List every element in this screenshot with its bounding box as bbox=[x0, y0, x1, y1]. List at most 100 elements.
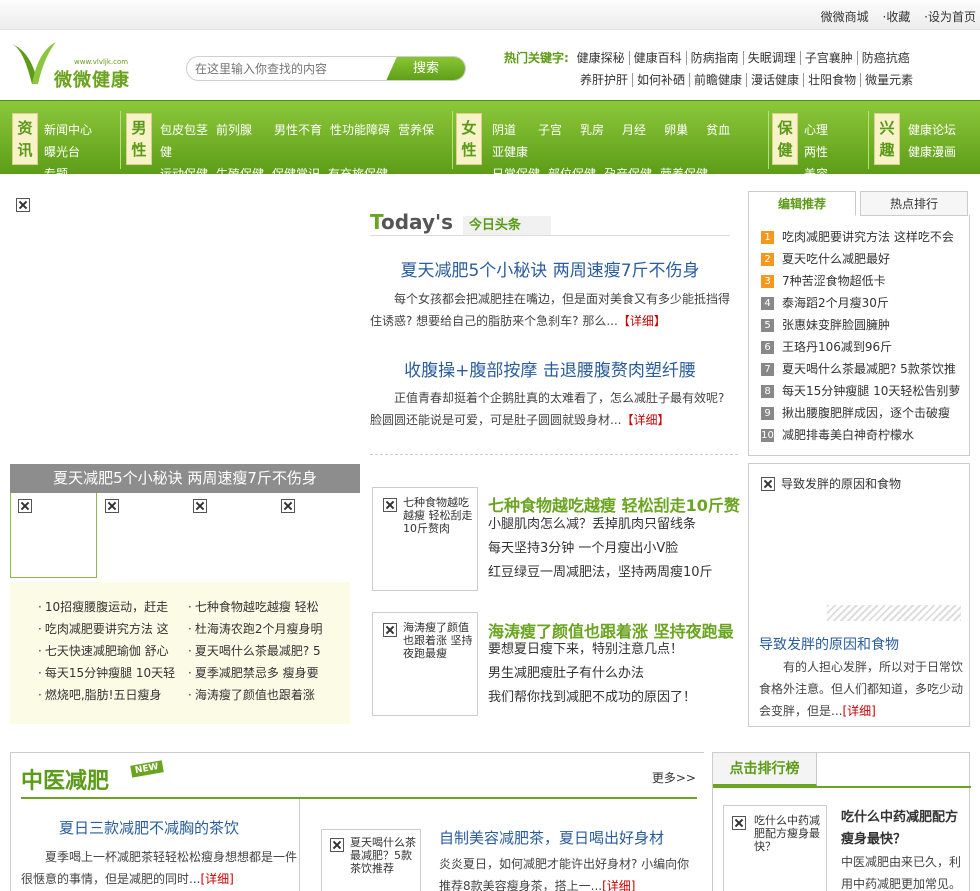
nav-item[interactable]: 孕产保健 bbox=[604, 163, 652, 174]
slideshow-image[interactable] bbox=[16, 198, 30, 215]
hot-keyword[interactable]: 微量元素 bbox=[861, 73, 917, 87]
ranking-item[interactable]: 9 揪出腰腹肥胖成因，逐个击破瘦 bbox=[761, 402, 961, 424]
article-title[interactable]: 夏日三款减肥不减胸的茶饮 bbox=[59, 817, 239, 838]
nav-item[interactable]: 专题 bbox=[44, 163, 68, 174]
nav-item[interactable]: 日常保健 bbox=[492, 163, 540, 174]
ranking-item[interactable]: 1 吃肉减肥要讲究方法 这样吃不会 bbox=[761, 226, 961, 248]
set-homepage-link[interactable]: ·设为首页 bbox=[924, 10, 976, 24]
feature-link[interactable]: 红豆绿豆一周减肥法，坚持两周瘦10斤 bbox=[488, 561, 713, 585]
article-title[interactable]: 吃什么中药减肥配方瘦身最快？ bbox=[841, 807, 965, 851]
slideshow-thumb[interactable] bbox=[274, 493, 361, 578]
feature-link[interactable]: 每天坚持3分钟 一个月瘦出小V脸 bbox=[488, 537, 713, 561]
nav-item[interactable]: 前列腺 bbox=[216, 119, 252, 141]
nav-item[interactable]: 乳房 bbox=[580, 119, 604, 141]
hot-keyword[interactable]: 防病指南 bbox=[686, 51, 744, 65]
hot-keyword[interactable]: 防癌抗癌 bbox=[858, 51, 914, 65]
site-logo[interactable]: www.vlvljk.com 微微健康 bbox=[10, 38, 150, 91]
more-link[interactable]: 更多>> bbox=[652, 769, 696, 786]
nav-item[interactable]: 心理 bbox=[804, 119, 828, 141]
list-item[interactable]: 杜海涛农跑2个月瘦身明 bbox=[188, 618, 338, 640]
list-item[interactable]: 10招瘦腰腹运动，赶走 bbox=[38, 596, 188, 618]
nav-item[interactable]: 有充旅保健 bbox=[328, 163, 388, 174]
slideshow-thumb[interactable] bbox=[98, 493, 185, 578]
nav-item[interactable]: 贫血 bbox=[706, 119, 730, 141]
nav-item[interactable]: 美容 bbox=[804, 163, 828, 174]
detail-link[interactable]: [详细] bbox=[842, 704, 875, 718]
feature-link[interactable]: 男生减肥瘦肚子有什么办法 bbox=[488, 662, 696, 686]
article-title[interactable]: 自制美容减肥茶，夏日喝出好身材 bbox=[439, 827, 664, 848]
detail-link[interactable]: [详细] bbox=[200, 872, 233, 886]
detail-link[interactable]: 【详细】 bbox=[621, 413, 669, 427]
hot-keyword[interactable]: 养肝护肝 bbox=[576, 73, 634, 87]
nav-item[interactable]: 新闻中心 bbox=[44, 119, 92, 141]
list-item[interactable]: 夏季减肥禁忌多 瘦身要 bbox=[188, 662, 338, 684]
feature-image[interactable]: 海涛瘦了颜值也跟着涨 坚持夜跑最瘦 bbox=[372, 612, 478, 716]
hot-keyword[interactable]: 壮阳食物 bbox=[804, 73, 862, 87]
tab-editor-picks[interactable]: 编辑推荐 bbox=[748, 191, 856, 216]
nav-tag-female[interactable]: 女性 bbox=[456, 113, 482, 165]
nav-item[interactable]: 包皮包茎 bbox=[160, 119, 208, 141]
nav-item[interactable]: 生殖保健 bbox=[216, 163, 264, 174]
headline-title[interactable]: 收腹操+腹部按摩 击退腰腹赘肉塑纤腰 bbox=[370, 356, 730, 381]
nav-item[interactable]: 健康漫画 bbox=[908, 141, 956, 163]
list-item[interactable]: 海涛瘦了颜值也跟着涨 bbox=[188, 684, 338, 706]
detail-link[interactable]: [详细] bbox=[602, 879, 635, 891]
article-image[interactable]: 吃什么中药减肥配方瘦身最快？ bbox=[723, 805, 827, 891]
hot-keyword[interactable]: 如何补硒 bbox=[633, 73, 691, 87]
list-item[interactable]: 七天快速减肥瑜伽 舒心 bbox=[38, 640, 188, 662]
ranking-item[interactable]: 8 每天15分钟瘦腿 10天轻松告别萝 bbox=[761, 380, 961, 402]
ranking-item[interactable]: 2 夏天吃什么减肥最好 bbox=[761, 248, 961, 270]
nav-tag-care[interactable]: 保健 bbox=[772, 113, 798, 165]
nav-item[interactable]: 两性 bbox=[804, 141, 828, 163]
article-image[interactable]: 夏天喝什么茶最减肥？5款茶饮推荐 bbox=[321, 829, 421, 891]
list-item[interactable]: 夏天喝什么茶最减肥? 5 bbox=[188, 640, 338, 662]
nav-item[interactable]: 运动保健 bbox=[160, 163, 208, 174]
slideshow-thumb[interactable] bbox=[186, 493, 273, 578]
slideshow-title[interactable]: 夏天减肥5个小秘诀 两周速瘦7斤不伤身 bbox=[10, 464, 360, 493]
hot-keyword[interactable]: 前瞻健康 bbox=[690, 73, 748, 87]
ranking-item[interactable]: 10 减肥排毒美白神奇柠檬水 bbox=[761, 424, 961, 446]
nav-item[interactable]: 健康论坛 bbox=[908, 119, 956, 141]
hot-keyword[interactable]: 漫话健康 bbox=[747, 73, 805, 87]
nav-tag-interest[interactable]: 兴趣 bbox=[874, 113, 900, 165]
ranking-item[interactable]: 7 夏天喝什么茶最减肥? 5款茶饮推 bbox=[761, 358, 961, 380]
list-item[interactable]: 燃烧吧,脂肪!五日瘦身 bbox=[38, 684, 188, 706]
hot-keyword[interactable]: 失眠调理 bbox=[743, 51, 801, 65]
nav-item[interactable]: 子宫 bbox=[538, 119, 562, 141]
favorite-link[interactable]: ·收藏 bbox=[883, 10, 911, 24]
nav-item[interactable]: 健 bbox=[160, 141, 172, 163]
nav-tag-news[interactable]: 资讯 bbox=[12, 113, 38, 165]
list-item[interactable]: 吃肉减肥要讲究方法 这 bbox=[38, 618, 188, 640]
nav-item[interactable]: 部位保健 bbox=[548, 163, 596, 174]
hot-keyword[interactable]: 健康探秘 bbox=[572, 51, 630, 65]
ranking-item[interactable]: 4 泰海蹈2个月瘦30斤 bbox=[761, 292, 961, 314]
search-input[interactable] bbox=[187, 57, 387, 80]
detail-link[interactable]: 【详细】 bbox=[618, 314, 666, 328]
nav-item[interactable]: 亚健康 bbox=[492, 141, 528, 163]
feature-link[interactable]: 小腿肌肉怎么减？丢掉肌肉只留线条 bbox=[488, 513, 713, 537]
nav-tag-male[interactable]: 男性 bbox=[126, 113, 152, 165]
ranking-item[interactable]: 3 7种苦涩食物超低卡 bbox=[761, 270, 961, 292]
nav-item[interactable]: 营养保 bbox=[398, 119, 434, 141]
search-button[interactable]: 搜索 bbox=[386, 57, 465, 80]
headline-title[interactable]: 夏天减肥5个小秘诀 两周速瘦7斤不伤身 bbox=[370, 256, 730, 281]
side-feature-title[interactable]: 导致发胖的原因和食物 bbox=[759, 634, 899, 654]
nav-item[interactable]: 曝光台 bbox=[44, 141, 80, 163]
feature-link[interactable]: 我们帮你找到减肥不成功的原因了！ bbox=[488, 686, 696, 710]
ranking-item[interactable]: 5 张惠妹变胖脸圆臃肿 bbox=[761, 314, 961, 336]
nav-item[interactable]: 保健常识 bbox=[272, 163, 320, 174]
nav-item[interactable]: 性功能障碍 bbox=[330, 119, 390, 141]
nav-item[interactable]: 卵巢 bbox=[664, 119, 688, 141]
list-item[interactable]: 每天15分钟瘦腿 10天轻 bbox=[38, 662, 188, 684]
nav-item[interactable]: 月经 bbox=[622, 119, 646, 141]
slideshow-thumb[interactable] bbox=[10, 493, 97, 578]
nav-item[interactable]: 男性不育 bbox=[274, 119, 322, 141]
feature-image[interactable]: 七种食物越吃越瘦 轻松刮走10斤赘肉 bbox=[372, 487, 478, 591]
nav-item[interactable]: 阴道 bbox=[492, 119, 516, 141]
nav-item[interactable]: 营养保健 bbox=[660, 163, 708, 174]
ranking-item[interactable]: 6 王珞丹106减到96斤 bbox=[761, 336, 961, 358]
feature-link[interactable]: 要想夏日瘦下来，特别注意几点！ bbox=[488, 638, 696, 662]
mall-link[interactable]: 微微商城 bbox=[821, 10, 869, 24]
tab-hot-ranking[interactable]: 热点排行 bbox=[860, 191, 968, 216]
broken-image-icon[interactable] bbox=[761, 477, 775, 491]
